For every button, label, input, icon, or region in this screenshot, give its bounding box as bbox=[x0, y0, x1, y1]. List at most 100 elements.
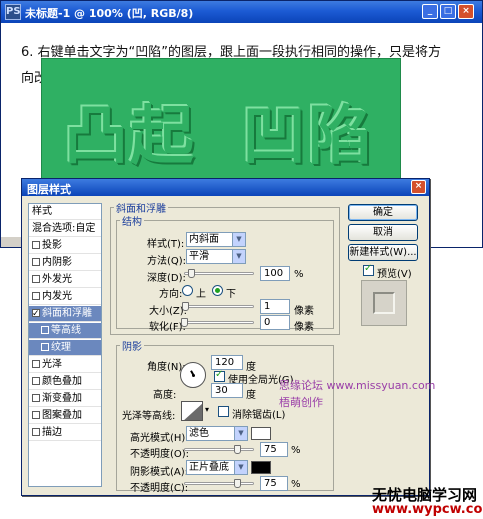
preview-checkbox[interactable] bbox=[363, 263, 374, 276]
checkbox-icon[interactable] bbox=[32, 411, 40, 419]
highlight-color-swatch[interactable] bbox=[251, 427, 271, 440]
document-title: 未标题-1 @ 100% (凹, RGB/8) bbox=[25, 7, 194, 20]
forum-watermark: 思缘论坛 www.missyuan.com bbox=[279, 379, 436, 392]
shadow-opacity-slider[interactable] bbox=[184, 482, 254, 485]
style-item-label: 内阴影 bbox=[42, 257, 72, 268]
preview-swatch bbox=[373, 292, 395, 314]
angle-center-icon bbox=[192, 374, 195, 377]
cancel-button[interactable]: 取消 bbox=[348, 224, 418, 241]
checkbox-icon[interactable] bbox=[32, 394, 40, 402]
checkbox-icon[interactable] bbox=[32, 241, 40, 249]
highlight-opacity-input[interactable]: 75 bbox=[260, 442, 288, 457]
style-item-color-overlay[interactable]: 颜色叠加 bbox=[29, 374, 101, 390]
new-style-button[interactable]: 新建样式(W)... bbox=[348, 244, 418, 261]
highlight-mode-value: 滤色 bbox=[189, 428, 209, 439]
checkbox-icon[interactable] bbox=[32, 360, 40, 368]
author-watermark: 梧萌创作 bbox=[279, 396, 323, 409]
blend-options-item[interactable]: 混合选项:自定 bbox=[29, 221, 101, 237]
style-item-label: 等高线 bbox=[51, 325, 81, 336]
style-item-texture[interactable]: 纹理 bbox=[29, 340, 101, 356]
global-light-checkbox[interactable] bbox=[214, 369, 225, 382]
highlight-opacity-thumb[interactable] bbox=[233, 445, 241, 454]
chevron-down-icon[interactable]: ▼ bbox=[232, 233, 245, 246]
embossed-text: 凸起 bbox=[64, 100, 196, 174]
soften-unit: 像素 bbox=[294, 322, 314, 333]
style-item-label: 外发光 bbox=[42, 274, 72, 285]
checkbox-icon[interactable] bbox=[41, 326, 49, 334]
checkbox-icon[interactable] bbox=[32, 275, 40, 283]
style-item-label: 图案叠加 bbox=[42, 410, 82, 421]
direction-up-radio[interactable] bbox=[182, 285, 193, 296]
chevron-down-icon[interactable]: ▼ bbox=[234, 461, 247, 474]
style-item-outer-glow[interactable]: 外发光 bbox=[29, 272, 101, 288]
altitude-input[interactable]: 30 bbox=[211, 383, 243, 398]
anti-alias-label: 消除锯齿(L) bbox=[232, 410, 286, 421]
depth-slider-thumb[interactable] bbox=[188, 269, 195, 278]
checkbox-icon[interactable] bbox=[32, 258, 40, 266]
checkbox-icon[interactable] bbox=[32, 306, 40, 322]
technique-select[interactable]: 平滑 ▼ bbox=[186, 249, 246, 264]
shadow-color-swatch[interactable] bbox=[251, 461, 271, 474]
style-item-contour[interactable]: 等高线 bbox=[29, 323, 101, 339]
style-item-bevel-emboss[interactable]: 斜面和浮雕 bbox=[29, 306, 101, 322]
anti-alias-checkbox[interactable] bbox=[218, 406, 229, 417]
highlight-mode-label: 高光模式(H): bbox=[130, 433, 189, 444]
preview-label: 预览(V) bbox=[377, 269, 412, 280]
highlight-opacity-slider[interactable] bbox=[184, 448, 254, 451]
style-item-stroke[interactable]: 描边 bbox=[29, 425, 101, 441]
shading-title: 阴影 bbox=[120, 338, 144, 353]
style-item-pattern-overlay[interactable]: 图案叠加 bbox=[29, 408, 101, 424]
style-item-satin[interactable]: 光泽 bbox=[29, 357, 101, 373]
highlight-mode-select[interactable]: 滤色 ▼ bbox=[186, 426, 248, 441]
minimize-button[interactable]: _ bbox=[422, 4, 438, 19]
maximize-button[interactable]: □ bbox=[440, 4, 456, 19]
style-item-inner-glow[interactable]: 内发光 bbox=[29, 289, 101, 305]
styles-header[interactable]: 样式 bbox=[29, 204, 101, 220]
altitude-unit: 度 bbox=[246, 390, 256, 401]
layer-style-dialog: 图层样式 × 样式 混合选项:自定 投影 内阴影 外发光 内发光 斜面和浮雕 等… bbox=[21, 178, 435, 496]
soften-slider[interactable] bbox=[184, 321, 254, 324]
checkbox-icon[interactable] bbox=[32, 292, 40, 300]
size-slider[interactable] bbox=[184, 305, 254, 308]
bevel-style-select[interactable]: 内斜面 ▼ bbox=[186, 232, 246, 247]
style-item-drop-shadow[interactable]: 投影 bbox=[29, 238, 101, 254]
direction-down-radio[interactable] bbox=[212, 285, 223, 296]
soften-slider-thumb[interactable] bbox=[181, 318, 188, 327]
depth-input[interactable]: 100 bbox=[260, 266, 290, 281]
style-item-label: 渐变叠加 bbox=[42, 393, 82, 404]
style-label: 样式(T): bbox=[147, 239, 185, 250]
style-item-label: 投影 bbox=[42, 240, 62, 251]
chevron-down-icon[interactable]: ▾ bbox=[205, 405, 209, 414]
angle-input[interactable]: 120 bbox=[211, 355, 243, 370]
checkbox-icon[interactable] bbox=[32, 428, 40, 436]
shadow-opacity-thumb[interactable] bbox=[233, 479, 241, 488]
size-input[interactable]: 1 bbox=[260, 299, 290, 314]
shadow-mode-select[interactable]: 正片叠底 ▼ bbox=[186, 460, 248, 475]
checkbox-icon[interactable] bbox=[41, 343, 49, 351]
dialog-close-button[interactable]: × bbox=[411, 180, 426, 194]
close-button[interactable]: × bbox=[458, 4, 474, 19]
styles-list: 样式 混合选项:自定 投影 内阴影 外发光 内发光 斜面和浮雕 等高线 纹理 光… bbox=[28, 203, 102, 487]
style-item-inner-shadow[interactable]: 内阴影 bbox=[29, 255, 101, 271]
style-item-label: 描边 bbox=[42, 427, 62, 438]
document-title-bar[interactable]: PS 未标题-1 @ 100% (凹, RGB/8) _ □ × bbox=[1, 1, 482, 23]
highlight-opacity-label: 不透明度(O): bbox=[130, 449, 190, 460]
direction-down-label: 下 bbox=[226, 289, 236, 300]
size-slider-thumb[interactable] bbox=[182, 302, 189, 311]
dialog-title-bar[interactable]: 图层样式 × bbox=[22, 179, 429, 196]
gloss-contour-preview[interactable] bbox=[181, 401, 203, 421]
direction-up-label: 上 bbox=[196, 289, 206, 300]
chevron-down-icon[interactable]: ▼ bbox=[232, 250, 245, 263]
soften-input[interactable]: 0 bbox=[260, 315, 290, 330]
photoshop-icon: PS bbox=[5, 4, 21, 20]
style-item-gradient-overlay[interactable]: 渐变叠加 bbox=[29, 391, 101, 407]
shadow-opacity-input[interactable]: 75 bbox=[260, 476, 288, 491]
checkbox-icon[interactable] bbox=[32, 377, 40, 385]
angle-dial[interactable] bbox=[180, 362, 206, 388]
technique-value: 平滑 bbox=[189, 251, 209, 262]
chevron-down-icon[interactable]: ▼ bbox=[234, 427, 247, 440]
style-item-label: 内发光 bbox=[42, 291, 72, 302]
ok-button[interactable]: 确定 bbox=[348, 204, 418, 221]
style-item-label: 纹理 bbox=[51, 342, 71, 353]
style-item-label: 斜面和浮雕 bbox=[42, 308, 92, 319]
